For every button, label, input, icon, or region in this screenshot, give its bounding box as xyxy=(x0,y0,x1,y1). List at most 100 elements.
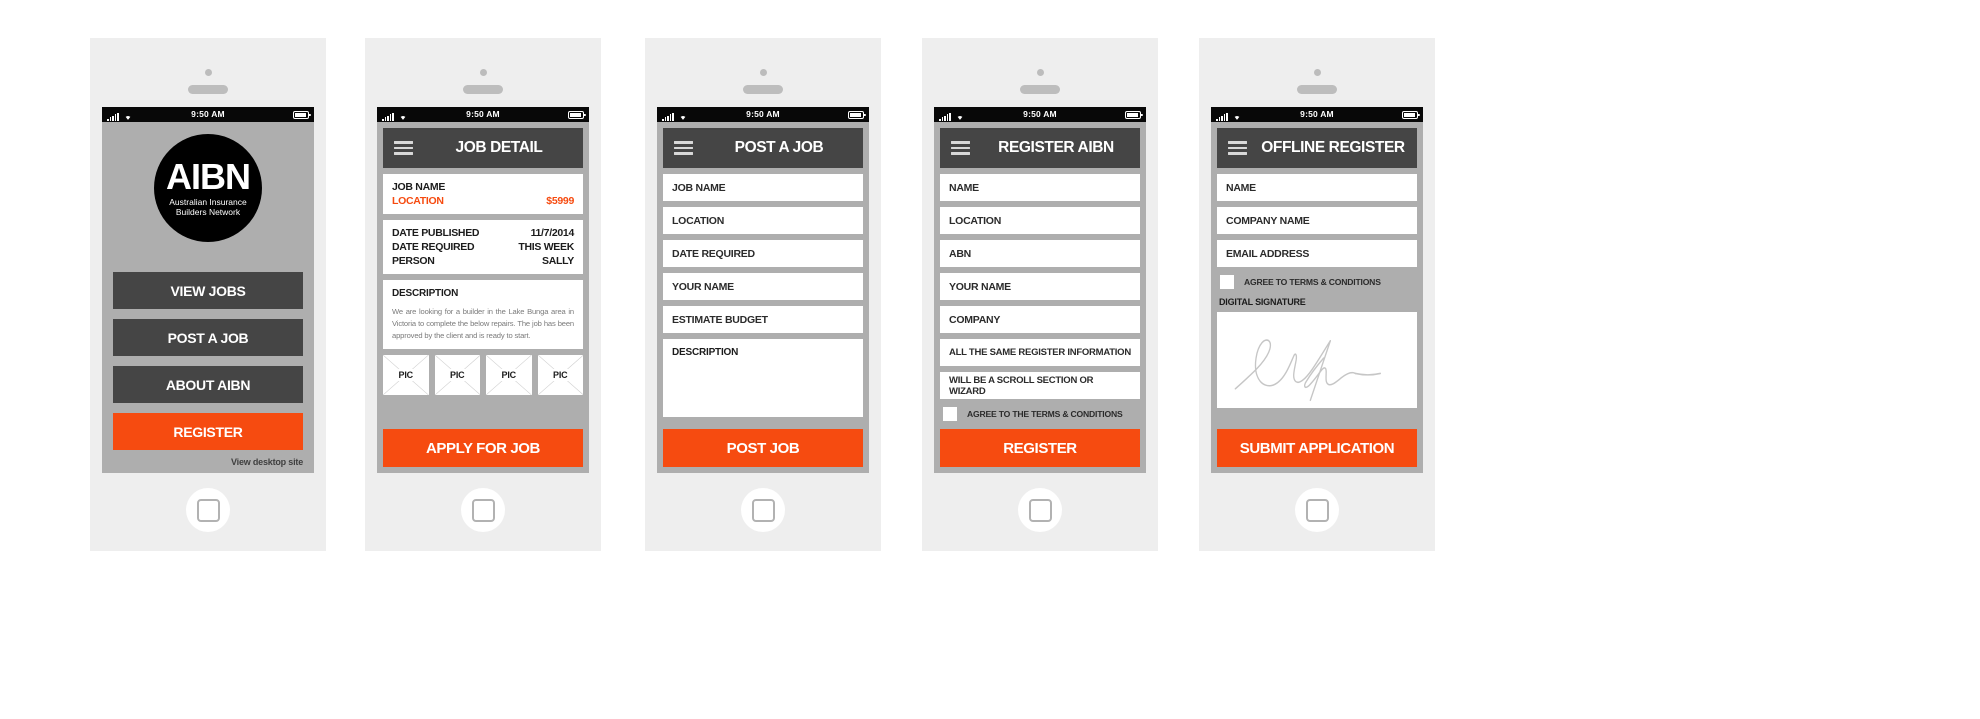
description-body: We are looking for a builder in the Lake… xyxy=(392,307,574,340)
status-bar: 9:50 AM xyxy=(657,107,869,122)
battery-icon xyxy=(568,110,586,119)
logo-tagline-line1: Australian Insurance xyxy=(169,196,247,207)
home-button[interactable] xyxy=(186,488,230,532)
screen-job-detail: 9:50 AM JOB DETAIL JOB NAME LOCATION $59… xyxy=(377,107,589,473)
page-title: REGISTER AIBN xyxy=(998,139,1114,156)
register-information-note[interactable]: ALL THE SAME REGISTER INFORMATION xyxy=(940,339,1140,366)
person-value: SALLY xyxy=(542,255,574,267)
hamburger-menu-icon[interactable] xyxy=(951,140,970,156)
battery-icon xyxy=(1402,110,1420,119)
logo-tagline: Australian Insurance Builders Network xyxy=(169,196,247,218)
meta-row: DATE PUBLISHED 11/7/2014 xyxy=(392,227,574,239)
location-input[interactable]: LOCATION xyxy=(663,207,863,234)
job-summary-card: JOB NAME LOCATION $5999 xyxy=(383,174,583,214)
description-label: DESCRIPTION xyxy=(672,347,739,358)
job-photo-thumbnails: PIC PIC PIC PIC xyxy=(383,355,583,396)
status-bar-clock: 9:50 AM xyxy=(466,109,500,119)
screen-post-a-job: 9:50 AM POST A JOB JOB NAME LOCATION DAT… xyxy=(657,107,869,473)
company-name-input[interactable]: COMPANY NAME xyxy=(1217,207,1417,234)
home-button[interactable] xyxy=(741,488,785,532)
page-title: OFFLINE REGISTER xyxy=(1261,139,1405,156)
submit-application-button[interactable]: SUBMIT APPLICATION xyxy=(1217,429,1417,467)
estimate-budget-input[interactable]: ESTIMATE BUDGET xyxy=(663,306,863,333)
post-a-job-button[interactable]: POST A JOB xyxy=(113,319,303,356)
hamburger-menu-icon[interactable] xyxy=(674,140,693,156)
digital-signature-pad[interactable] xyxy=(1217,312,1417,408)
status-bar-clock: 9:50 AM xyxy=(746,109,780,119)
location-input[interactable]: LOCATION xyxy=(940,207,1140,234)
battery-icon xyxy=(848,110,866,119)
front-camera-icon xyxy=(479,69,487,76)
register-button[interactable]: REGISTER xyxy=(113,413,303,450)
view-jobs-button[interactable]: VIEW JOBS xyxy=(113,272,303,309)
home-button[interactable] xyxy=(461,488,505,532)
apply-for-job-button[interactable]: APPLY FOR JOB xyxy=(383,429,583,467)
photo-thumbnail-label: PIC xyxy=(395,369,416,382)
job-name-input[interactable]: JOB NAME xyxy=(663,174,863,201)
terms-checkbox[interactable] xyxy=(943,407,957,421)
hamburger-menu-icon[interactable] xyxy=(1228,140,1247,156)
home-content: AIBN Australian Insurance Builders Netwo… xyxy=(102,122,314,473)
job-name-label: JOB NAME xyxy=(392,181,446,193)
email-address-input[interactable]: EMAIL ADDRESS xyxy=(1217,240,1417,267)
status-bar: 9:50 AM xyxy=(102,107,314,122)
person-label: PERSON xyxy=(392,255,435,267)
date-required-value: THIS WEEK xyxy=(518,241,574,253)
handwritten-signature-icon xyxy=(1234,339,1381,402)
your-name-input[interactable]: YOUR NAME xyxy=(663,273,863,300)
company-input[interactable]: COMPANY xyxy=(940,306,1140,333)
phone-frame-post-a-job: 9:50 AM POST A JOB JOB NAME LOCATION DAT… xyxy=(645,38,881,551)
app-header: REGISTER AIBN xyxy=(940,128,1140,168)
terms-label: AGREE TO TERMS & CONDITIONS xyxy=(1244,277,1381,287)
earpiece-speaker xyxy=(1020,85,1060,94)
terms-checkbox-row[interactable]: AGREE TO TERMS & CONDITIONS xyxy=(1217,275,1417,289)
hamburger-menu-icon[interactable] xyxy=(394,140,413,156)
terms-checkbox[interactable] xyxy=(1220,275,1234,289)
photo-thumbnail[interactable]: PIC xyxy=(434,355,480,396)
earpiece-speaker xyxy=(1297,85,1337,94)
date-published-label: DATE PUBLISHED xyxy=(392,227,480,239)
register-aibn-form: NAME LOCATION ABN YOUR NAME COMPANY ALL … xyxy=(934,168,1146,473)
post-job-button[interactable]: POST JOB xyxy=(663,429,863,467)
about-aibn-button[interactable]: ABOUT AIBN xyxy=(113,366,303,403)
phone-frame-home: 9:50 AM AIBN Australian Insurance Builde… xyxy=(90,38,326,551)
register-button[interactable]: REGISTER xyxy=(940,429,1140,467)
mockup-canvas: 9:50 AM AIBN Australian Insurance Builde… xyxy=(0,0,1980,719)
photo-thumbnail[interactable]: PIC xyxy=(537,355,583,396)
photo-thumbnail[interactable]: PIC xyxy=(383,355,429,396)
photo-thumbnail[interactable]: PIC xyxy=(486,355,532,396)
abn-input[interactable]: ABN xyxy=(940,240,1140,267)
date-required-label: DATE REQUIRED xyxy=(392,241,475,253)
screen-home: 9:50 AM AIBN Australian Insurance Builde… xyxy=(102,107,314,473)
date-required-input[interactable]: DATE REQUIRED xyxy=(663,240,863,267)
home-button[interactable] xyxy=(1018,488,1062,532)
view-desktop-site-link[interactable]: View desktop site xyxy=(113,457,303,467)
app-header: OFFLINE REGISTER xyxy=(1217,128,1417,168)
phone-frame-job-detail: 9:50 AM JOB DETAIL JOB NAME LOCATION $59… xyxy=(365,38,601,551)
front-camera-icon xyxy=(759,69,767,76)
front-camera-icon xyxy=(1036,69,1044,76)
battery-icon xyxy=(293,110,311,119)
home-button[interactable] xyxy=(1295,488,1339,532)
status-bar-clock: 9:50 AM xyxy=(1300,109,1334,119)
description-textarea[interactable]: DESCRIPTION xyxy=(663,339,863,417)
battery-icon xyxy=(1125,110,1143,119)
page-title: POST A JOB xyxy=(734,139,824,156)
status-bar: 9:50 AM xyxy=(1211,107,1423,122)
app-header: POST A JOB xyxy=(663,128,863,168)
name-input[interactable]: NAME xyxy=(940,174,1140,201)
photo-thumbnail-label: PIC xyxy=(447,369,468,382)
front-camera-icon xyxy=(204,69,212,76)
screen-offline-register: 9:50 AM OFFLINE REGISTER NAME COMPANY NA… xyxy=(1211,107,1423,473)
scroll-section-note[interactable]: WILL BE A SCROLL SECTION OR WIZARD xyxy=(940,372,1140,399)
earpiece-speaker xyxy=(463,85,503,94)
your-name-input[interactable]: YOUR NAME xyxy=(940,273,1140,300)
terms-checkbox-row[interactable]: AGREE TO THE TERMS & CONDITIONS xyxy=(940,407,1140,421)
date-published-value: 11/7/2014 xyxy=(530,227,575,239)
name-input[interactable]: NAME xyxy=(1217,174,1417,201)
status-bar: 9:50 AM xyxy=(934,107,1146,122)
terms-label: AGREE TO THE TERMS & CONDITIONS xyxy=(967,409,1123,419)
phone-frame-offline-register: 9:50 AM OFFLINE REGISTER NAME COMPANY NA… xyxy=(1199,38,1435,551)
earpiece-speaker xyxy=(743,85,783,94)
meta-row: DATE REQUIRED THIS WEEK xyxy=(392,241,574,253)
